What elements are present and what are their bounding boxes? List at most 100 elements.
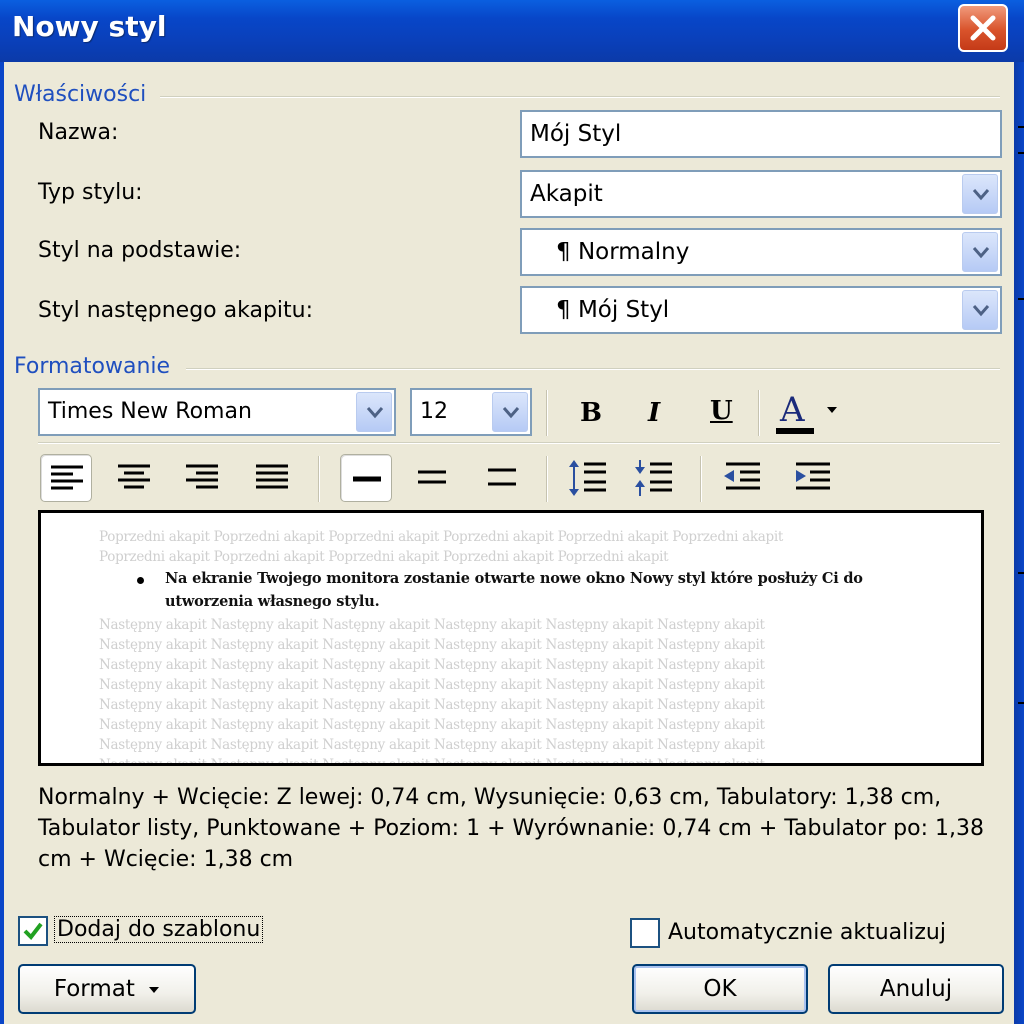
style-type-dropdown-button[interactable] [962,174,998,214]
font-color-swatch [776,428,814,434]
style-type-value: Akapit [530,181,603,207]
preview-bullet-line: Na ekranie Twojego monitora zostanie otw… [165,570,863,587]
style-type-label: Typ stylu: [38,180,143,205]
properties-legend: Właściwości [14,82,147,107]
style-type-select[interactable]: Akapit [520,170,1002,218]
double-spacing-button[interactable] [476,454,528,502]
caret-down-icon [827,407,837,413]
title-bar[interactable]: Nowy styl [0,0,1024,62]
one-half-spacing-icon [418,470,446,484]
spacing-before-icon [569,460,606,496]
bullet-icon [137,577,144,584]
checkmark-icon [23,922,43,941]
decrease-indent-icon [724,462,760,490]
preview-next-line: Następny akapit Następny akapit Następny… [99,737,765,753]
auto-update-checkbox[interactable] [630,918,660,948]
format-button-label: Format [53,976,135,1002]
preview-next-line: Następny akapit Następny akapit Następny… [99,717,765,733]
cancel-button[interactable]: Anuluj [828,964,1004,1014]
double-spacing-icon [488,468,516,486]
based-on-value: Normalny [577,239,690,265]
name-label-text: Nazwa: [38,120,119,145]
spacing-after-icon [635,460,672,496]
chevron-down-icon [366,407,384,419]
align-right-icon [186,464,218,489]
add-to-template-label[interactable]: Dodaj do szablonu [54,916,264,943]
background-ruler-marks [1018,62,1024,1024]
preview-next-line: Następny akapit Następny akapit Następny… [99,677,765,693]
window-title: Nowy styl [12,10,167,43]
formatting-divider [186,368,1000,370]
align-left-button[interactable] [40,454,92,502]
chevron-down-icon [972,189,990,201]
properties-divider [160,96,1000,98]
font-color-icon: A [780,390,805,430]
preview-next-line: Następny akapit Następny akapit Następny… [99,657,765,673]
justify-button[interactable] [246,454,298,502]
next-style-value: Mój Styl [577,297,670,323]
decrease-paragraph-spacing-button[interactable] [628,454,680,502]
preview-next-line: Następny akapit Następny akapit Następny… [99,697,765,713]
chevron-down-icon [972,247,990,259]
font-dropdown-button[interactable] [356,392,392,432]
toolbar-separator [700,456,702,502]
based-on-label: Styl na podstawie: [38,238,242,263]
italic-icon: I [648,398,661,428]
align-center-icon [118,464,150,489]
add-to-template-checkbox[interactable] [18,916,48,946]
font-size-value: 12 [420,399,448,424]
decrease-indent-button[interactable] [716,454,768,502]
increase-indent-button[interactable] [786,454,838,502]
increase-indent-icon [796,462,830,490]
one-half-spacing-button[interactable] [406,454,458,502]
chevron-down-icon [972,305,990,317]
justify-icon [256,464,288,489]
based-on-dropdown-button[interactable] [962,232,998,272]
preview-bullet-line: utworzenia własnego stylu. [165,593,380,610]
style-description: Normalny + Wcięcie: Z lewej: 0,74 cm, Wy… [38,785,984,872]
italic-button[interactable]: I [630,390,682,438]
name-label: Nazwa: [38,120,118,145]
font-color-button[interactable]: A [770,388,842,436]
next-style-select[interactable]: ¶ Mój Styl [520,286,1002,334]
preview-previous-line: Poprzedni akapit Poprzedni akapit Poprze… [99,549,669,565]
toolbar-separator [546,390,548,436]
toolbar-separator [758,390,760,436]
font-value: Times New Roman [48,399,252,424]
next-style-dropdown-button[interactable] [962,290,998,330]
auto-update-label[interactable]: Automatycznie aktualizuj [668,920,946,945]
bold-icon: B [580,398,602,428]
underline-button[interactable]: U [696,390,748,438]
single-spacing-icon [353,476,381,482]
toolbar-divider [38,442,1000,444]
chevron-down-icon [502,407,520,419]
based-on-select[interactable]: ¶ Normalny [520,228,1002,276]
close-icon [970,15,996,41]
window-frame-left [0,62,4,1024]
font-select[interactable]: Times New Roman [38,388,396,436]
bold-button[interactable]: B [564,390,616,438]
ok-button[interactable]: OK [632,964,808,1014]
preview-next-line: Następny akapit Następny akapit Następny… [99,617,765,633]
style-preview: Poprzedni akapit Poprzedni akapit Poprze… [38,510,984,766]
underline-icon: U [710,396,733,426]
font-size-dropdown-button[interactable] [492,392,528,432]
close-button[interactable] [958,4,1008,52]
preview-next-line: Następny akapit Następny akapit Następny… [99,757,765,766]
preview-next-line: Następny akapit Następny akapit Następny… [99,637,765,653]
toolbar-separator [546,456,548,502]
caret-down-icon [149,986,160,993]
paragraph-mark-icon: ¶ [556,239,571,265]
name-input[interactable]: Mój Styl [520,110,1002,158]
font-size-select[interactable]: 12 [410,388,532,436]
align-left-icon [51,465,83,490]
single-spacing-button[interactable] [340,454,392,502]
align-center-button[interactable] [108,454,160,502]
preview-previous-line: Poprzedni akapit Poprzedni akapit Poprze… [99,529,783,545]
toolbar-separator [318,456,320,502]
format-button[interactable]: Format [18,964,196,1014]
increase-paragraph-spacing-button[interactable] [562,454,614,502]
next-style-label: Styl następnego akapitu: [38,298,313,323]
align-right-button[interactable] [176,454,228,502]
paragraph-mark-icon: ¶ [556,297,571,323]
